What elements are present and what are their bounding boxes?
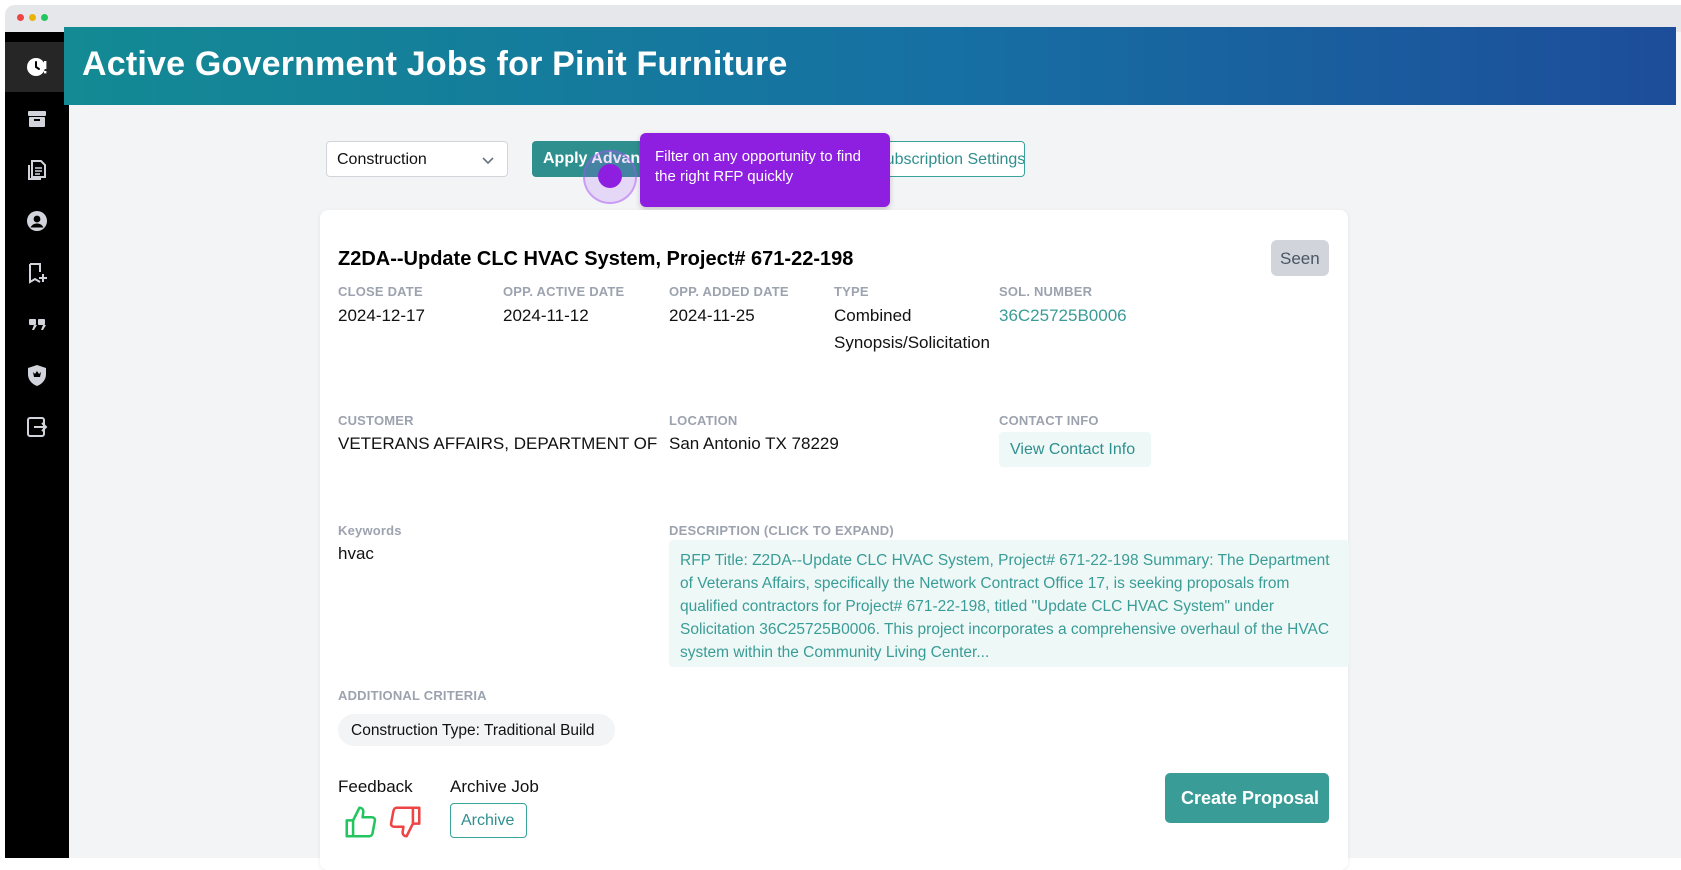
added-date-label: OPP. ADDED DATE xyxy=(669,284,789,299)
sidebar-item-testimonials[interactable] xyxy=(5,299,69,349)
sidebar-item-logout[interactable] xyxy=(5,402,69,452)
page-title: Active Government Jobs for Pinit Furnitu… xyxy=(82,45,788,83)
sidebar-item-active-jobs[interactable] xyxy=(5,42,69,92)
page-header: Active Government Jobs for Pinit Furnitu… xyxy=(64,27,1676,105)
bookmark-add-icon xyxy=(29,263,47,284)
thumbs-up-icon[interactable] xyxy=(342,803,380,841)
seen-badge[interactable]: Seen xyxy=(1271,240,1329,276)
logout-icon xyxy=(27,417,48,437)
additional-criteria-label: ADDITIONAL CRITERIA xyxy=(338,688,487,703)
view-contact-info-button[interactable]: View Contact Info xyxy=(999,432,1151,467)
type-label: TYPE xyxy=(834,284,869,299)
archive-box-icon xyxy=(28,111,46,127)
feedback-label: Feedback xyxy=(338,777,413,796)
active-date-value: 2024-11-12 xyxy=(503,306,589,325)
sol-number-link[interactable]: 36C25725B0006 xyxy=(999,302,1127,329)
sol-number-label: SOL. NUMBER xyxy=(999,284,1093,299)
clock-alert-icon xyxy=(27,58,47,76)
type-value-line1: Combined xyxy=(834,306,912,325)
job-card: Z2DA--Update CLC HVAC System, Project# 6… xyxy=(320,210,1349,870)
customer-label: CUSTOMER xyxy=(338,413,414,428)
archive-job-label: Archive Job xyxy=(450,777,539,796)
description-box[interactable]: RFP Title: Z2DA--Update CLC HVAC System,… xyxy=(669,540,1349,667)
sidebar-item-archive[interactable] xyxy=(5,94,69,144)
sidebar-item-saved[interactable] xyxy=(5,248,69,298)
added-date-value: 2024-11-25 xyxy=(669,306,755,325)
create-proposal-button[interactable]: Create Proposal xyxy=(1165,773,1329,823)
tour-hotspot[interactable] xyxy=(598,164,622,188)
close-window-icon[interactable] xyxy=(17,14,24,21)
minimize-window-icon[interactable] xyxy=(29,14,36,21)
quote-icon xyxy=(29,319,46,330)
location-value: San Antonio TX 78229 xyxy=(669,434,839,453)
job-title: Z2DA--Update CLC HVAC System, Project# 6… xyxy=(338,248,854,270)
sidebar xyxy=(5,32,69,858)
sidebar-item-admin[interactable] xyxy=(5,350,69,400)
sidebar-item-profile[interactable] xyxy=(5,196,69,246)
archive-button[interactable]: Archive xyxy=(450,803,527,838)
category-select-value: Construction xyxy=(337,151,427,168)
user-circle-icon xyxy=(27,211,47,231)
criteria-pill: Construction Type: Traditional Build xyxy=(338,714,615,746)
contact-info-label: CONTACT INFO xyxy=(999,413,1099,428)
thumbs-down-icon[interactable] xyxy=(386,803,424,841)
documents-icon xyxy=(28,160,46,180)
category-select[interactable]: Construction xyxy=(326,141,508,177)
customer-value: VETERANS AFFAIRS, DEPARTMENT OF xyxy=(338,434,658,453)
keywords-value: hvac xyxy=(338,544,374,563)
close-date-label: CLOSE DATE xyxy=(338,284,423,299)
chevron-down-icon xyxy=(482,157,494,165)
keywords-label: Keywords xyxy=(338,523,402,538)
type-value-line2: Synopsis/Solicitation xyxy=(834,333,990,352)
shield-crown-icon xyxy=(28,365,46,386)
location-label: LOCATION xyxy=(669,413,738,428)
sidebar-item-documents[interactable] xyxy=(5,145,69,195)
maximize-window-icon[interactable] xyxy=(41,14,48,21)
tour-tooltip: Filter on any opportunity to find the ri… xyxy=(640,133,890,207)
description-label: DESCRIPTION (CLICK TO EXPAND) xyxy=(669,523,894,538)
active-date-label: OPP. ACTIVE DATE xyxy=(503,284,625,299)
close-date-value: 2024-12-17 xyxy=(338,306,425,325)
